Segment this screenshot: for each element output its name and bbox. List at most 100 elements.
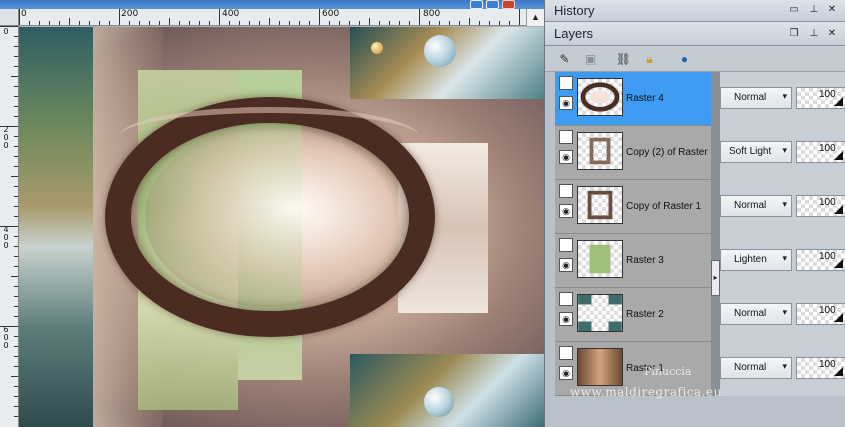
- close-icon[interactable]: ✕: [826, 28, 838, 40]
- eye-icon[interactable]: ◉: [559, 366, 573, 380]
- canvas-title-bar[interactable]: [0, 0, 544, 9]
- layer-thumbnail: [577, 132, 623, 170]
- ruler-tick: [479, 21, 480, 25]
- ruler-tick: [14, 296, 18, 297]
- ruler-label: 600: [3, 325, 9, 350]
- ruler-tick: [14, 356, 18, 357]
- ruler-tick: [14, 346, 18, 347]
- ruler-tick: [499, 21, 500, 25]
- layer-page-icon[interactable]: [559, 292, 573, 306]
- restore-icon[interactable]: ▭: [788, 4, 800, 16]
- layer-row-raster-2[interactable]: ◉ Raster 2: [555, 288, 711, 342]
- eye-icon[interactable]: ◉: [559, 312, 573, 326]
- ruler-tick: [14, 406, 18, 407]
- opacity-slider[interactable]: 100: [796, 195, 845, 217]
- ruler-tick: [489, 21, 490, 25]
- blend-mode-select[interactable]: Normal ▾: [720, 87, 792, 109]
- pin-icon[interactable]: ⊥: [808, 28, 820, 40]
- blend-mode-value: Normal: [734, 200, 767, 211]
- eye-icon[interactable]: ◉: [559, 204, 573, 218]
- decor-ornament-ball: [424, 387, 454, 417]
- frame-thumbnail-icon: [587, 190, 613, 220]
- lock-icon[interactable]: 🔒︎: [641, 51, 658, 68]
- layer-thumbnail: [577, 78, 623, 116]
- ruler-tick: [159, 21, 160, 25]
- opacity-slider[interactable]: 100: [796, 249, 845, 271]
- panel-splitter[interactable]: ▸: [711, 72, 720, 396]
- ruler-tick: [349, 21, 350, 25]
- ruler-tick: [219, 9, 220, 25]
- pin-icon[interactable]: ⊥: [808, 4, 820, 16]
- psp-workspace: 0 200 400 600 800 ▲ 0 200 400 600 Histor…: [0, 0, 845, 427]
- layer-page-icon[interactable]: [559, 76, 573, 90]
- ruler-tick: [379, 21, 380, 25]
- link-icon[interactable]: ⛓: [615, 51, 632, 68]
- opacity-slider[interactable]: 100: [796, 303, 845, 325]
- ruler-tick: [14, 46, 18, 47]
- eye-icon[interactable]: ◉: [559, 258, 573, 272]
- ruler-tick: [69, 18, 70, 25]
- opacity-slider[interactable]: 100: [796, 357, 845, 379]
- ruler-tick: [469, 18, 470, 25]
- image-canvas[interactable]: [19, 27, 544, 427]
- layer-row-copy-raster-1[interactable]: ◉ Copy of Raster 1: [555, 180, 711, 234]
- close-icon[interactable]: ✕: [826, 4, 838, 16]
- minimize-button[interactable]: [470, 0, 483, 9]
- layer-page-icon[interactable]: [559, 130, 573, 144]
- corners-thumbnail-icon: [578, 295, 622, 331]
- layer-row-raster-4[interactable]: ◉ Raster 4: [555, 72, 711, 126]
- layer-properties-row: Normal ▾ 100: [720, 180, 845, 234]
- history-panel-header[interactable]: History ▭ ⊥ ✕: [545, 0, 845, 22]
- splitter-grip[interactable]: ▸: [711, 260, 720, 296]
- ruler-tick: [14, 186, 18, 187]
- chevron-down-icon: ▾: [782, 361, 787, 371]
- opacity-slider[interactable]: 100: [796, 141, 845, 163]
- layer-page-icon[interactable]: [559, 346, 573, 360]
- ruler-tick: [0, 26, 18, 27]
- layer-row-copy-2-raster-1[interactable]: ◉ Copy (2) of Raster 1: [555, 126, 711, 180]
- ruler-tick: [14, 416, 18, 417]
- eye-icon[interactable]: ◉: [559, 96, 573, 110]
- ruler-tick: [14, 216, 18, 217]
- ruler-label: 800: [423, 9, 441, 19]
- ruler-tick: [289, 21, 290, 25]
- ruler-tick: [509, 21, 510, 25]
- ruler-tick: [439, 21, 440, 25]
- layer-row-raster-3[interactable]: ◉ Raster 3: [555, 234, 711, 288]
- blend-mode-select[interactable]: Lighten ▾: [720, 249, 792, 271]
- horizontal-ruler: 0 200 400 600 800: [19, 9, 544, 26]
- opacity-slider[interactable]: 100: [796, 87, 845, 109]
- ruler-tick: [449, 21, 450, 25]
- layer-page-icon[interactable]: [559, 238, 573, 252]
- ruler-tick: [14, 146, 18, 147]
- close-button[interactable]: [502, 0, 515, 9]
- blend-mode-select[interactable]: Normal ▾: [720, 357, 792, 379]
- ruler-tick: [409, 21, 410, 25]
- blend-mode-select[interactable]: Normal ▾: [720, 195, 792, 217]
- layers-panel-header[interactable]: Layers ❐ ⊥ ✕: [545, 22, 845, 46]
- ruler-tick: [11, 176, 18, 177]
- ruler-tick: [14, 136, 18, 137]
- scroll-up-button[interactable]: ▲: [526, 9, 544, 26]
- vertical-ruler: 0 200 400 600: [0, 26, 19, 427]
- restore-icon[interactable]: ❐: [788, 28, 800, 40]
- layer-row-raster-1[interactable]: ◉ Raster 1: [555, 342, 711, 396]
- ruler-tick: [14, 166, 18, 167]
- ruler-tick: [14, 196, 18, 197]
- blend-mode-select[interactable]: Normal ▾: [720, 303, 792, 325]
- layer-properties-row: Lighten ▾ 100: [720, 234, 845, 288]
- maximize-button[interactable]: [486, 0, 499, 9]
- eye-icon[interactable]: ◉: [559, 150, 573, 164]
- ruler-tick: [11, 376, 18, 377]
- ruler-label: 400: [222, 9, 240, 19]
- edit-layer-icon[interactable]: ✎: [556, 51, 573, 68]
- ruler-tick: [179, 21, 180, 25]
- layer-list: ◉ Raster 4 ◉ Copy (2) of Raster 1 ◉ Copy…: [555, 72, 711, 396]
- ruler-tick: [359, 21, 360, 25]
- layer-thumbnail: [577, 294, 623, 332]
- layer-properties-row: Soft Light ▾ 100: [720, 126, 845, 180]
- layer-page-icon[interactable]: [559, 184, 573, 198]
- new-layer-icon[interactable]: ●: [676, 51, 693, 68]
- blend-mode-select[interactable]: Soft Light ▾: [720, 141, 792, 163]
- layer-style-icon[interactable]: ▣: [582, 51, 599, 68]
